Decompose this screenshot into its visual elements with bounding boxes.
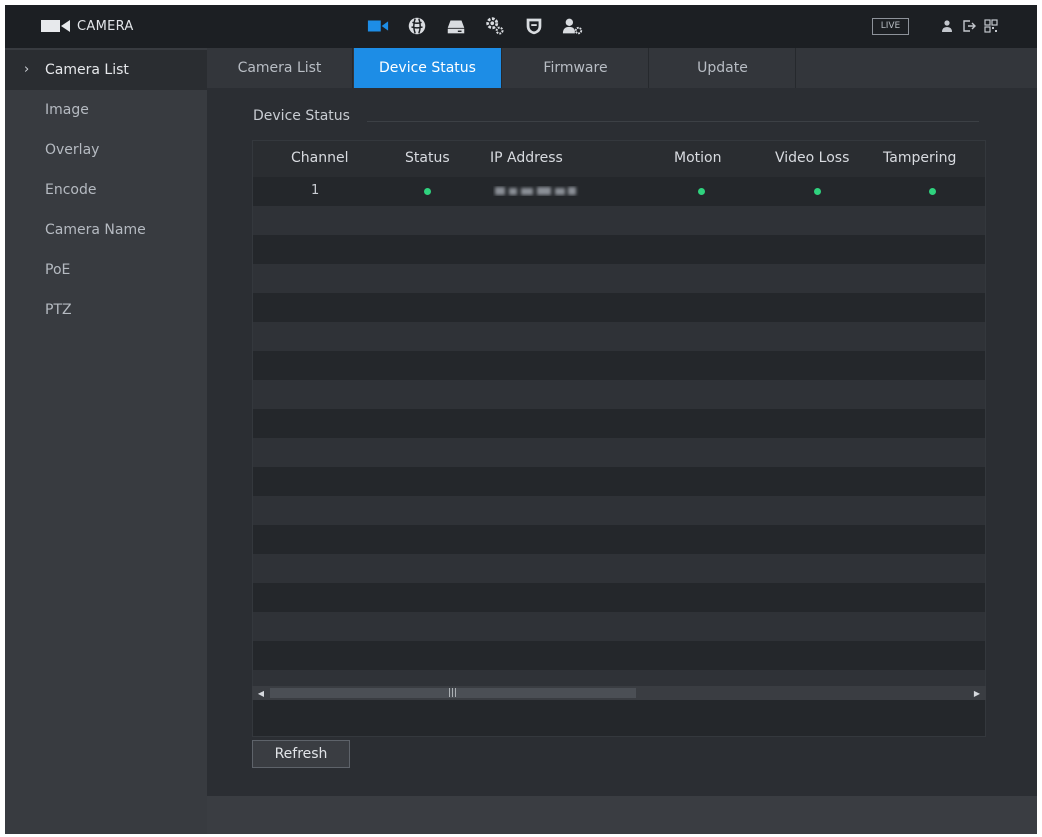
main-nav [363, 11, 597, 41]
sidebar-item-encode[interactable]: Encode [5, 170, 207, 210]
tab-update[interactable]: Update [650, 48, 796, 88]
table-row [253, 264, 985, 293]
table-row [253, 409, 985, 438]
sidebar-item-label: Camera List [45, 62, 129, 78]
device-status-table: Channel Status IP Address Motion Video L… [252, 140, 986, 737]
column-header-status[interactable]: Status [405, 150, 450, 166]
sidebar: › Camera List Image Overlay Encode Camer… [5, 48, 207, 834]
sidebar-item-overlay[interactable]: Overlay [5, 130, 207, 170]
tab-device-status[interactable]: Device Status [354, 48, 502, 88]
column-header-tampering[interactable]: Tampering [883, 150, 956, 166]
sidebar-item-label: PTZ [45, 302, 72, 318]
app-title: CAMERA [41, 16, 134, 36]
column-header-ip-address[interactable]: IP Address [490, 150, 563, 166]
section-title: Device Status [253, 108, 350, 124]
sidebar-item-poe[interactable]: PoE [5, 250, 207, 290]
sidebar-item-label: Encode [45, 182, 97, 198]
table-row [253, 235, 985, 264]
storage-icon[interactable] [441, 11, 471, 41]
table-row [253, 525, 985, 554]
sidebar-item-camera-name[interactable]: Camera Name [5, 210, 207, 250]
sidebar-item-image[interactable]: Image [5, 90, 207, 130]
motion-indicator [698, 188, 705, 195]
table-row [253, 322, 985, 351]
horizontal-scrollbar[interactable]: ◀ ||| ▶ [252, 686, 986, 700]
account-icon[interactable] [558, 11, 588, 41]
section-divider [367, 121, 979, 122]
scroll-right-icon[interactable]: ▶ [970, 686, 984, 700]
logout-icon[interactable] [961, 17, 977, 35]
tampering-indicator [929, 188, 936, 195]
app-window: CAMERA LIVE › Camera List Image Overlay … [5, 5, 1037, 834]
network-icon[interactable] [402, 11, 432, 41]
sidebar-item-label: Overlay [45, 142, 100, 158]
table-row [253, 351, 985, 380]
table-row [253, 293, 985, 322]
table-row[interactable]: 1 [253, 177, 985, 206]
security-icon[interactable] [519, 11, 549, 41]
tab-bar: Camera List Device Status Firmware Updat… [207, 48, 1037, 88]
scroll-left-icon[interactable]: ◀ [254, 686, 268, 700]
camera-icon[interactable] [363, 11, 393, 41]
table-header: Channel Status IP Address Motion Video L… [253, 141, 985, 177]
table-row [253, 467, 985, 496]
sidebar-item-camera-list[interactable]: › Camera List [5, 50, 207, 90]
sidebar-item-label: Image [45, 102, 89, 118]
main-content: Device Status Channel Status IP Address … [207, 88, 1037, 794]
page-title: CAMERA [77, 18, 134, 34]
table-row [253, 380, 985, 409]
chevron-right-icon: › [24, 62, 30, 77]
channel-cell: 1 [311, 183, 320, 198]
table-row [253, 641, 985, 670]
footer-bar [207, 796, 1037, 834]
table-row [253, 554, 985, 583]
scrollbar-thumb[interactable]: ||| [270, 688, 636, 698]
top-bar: CAMERA LIVE [5, 5, 1037, 48]
ip-address-redacted [495, 187, 576, 195]
table-row [253, 206, 985, 235]
system-icon[interactable] [480, 11, 510, 41]
tab-firmware[interactable]: Firmware [503, 48, 649, 88]
sidebar-item-label: PoE [45, 262, 71, 278]
sidebar-item-ptz[interactable]: PTZ [5, 290, 207, 330]
status-online-indicator [424, 188, 431, 195]
refresh-button[interactable]: Refresh [252, 740, 350, 768]
table-row [253, 699, 985, 728]
column-header-video-loss[interactable]: Video Loss [775, 150, 849, 166]
qr-icon[interactable] [983, 17, 999, 35]
tab-camera-list[interactable]: Camera List [207, 48, 353, 88]
table-row [253, 583, 985, 612]
grip-icon: ||| [448, 688, 458, 698]
column-header-motion[interactable]: Motion [674, 150, 721, 166]
table-row [253, 612, 985, 641]
sidebar-item-label: Camera Name [45, 222, 146, 238]
system-toolbar [939, 17, 1005, 35]
column-header-channel[interactable]: Channel [291, 150, 348, 166]
table-row [253, 496, 985, 525]
video-loss-indicator [814, 188, 821, 195]
camera-title-icon [41, 20, 70, 32]
user-icon[interactable] [939, 17, 955, 35]
table-row [253, 438, 985, 467]
live-button[interactable]: LIVE [872, 18, 909, 35]
